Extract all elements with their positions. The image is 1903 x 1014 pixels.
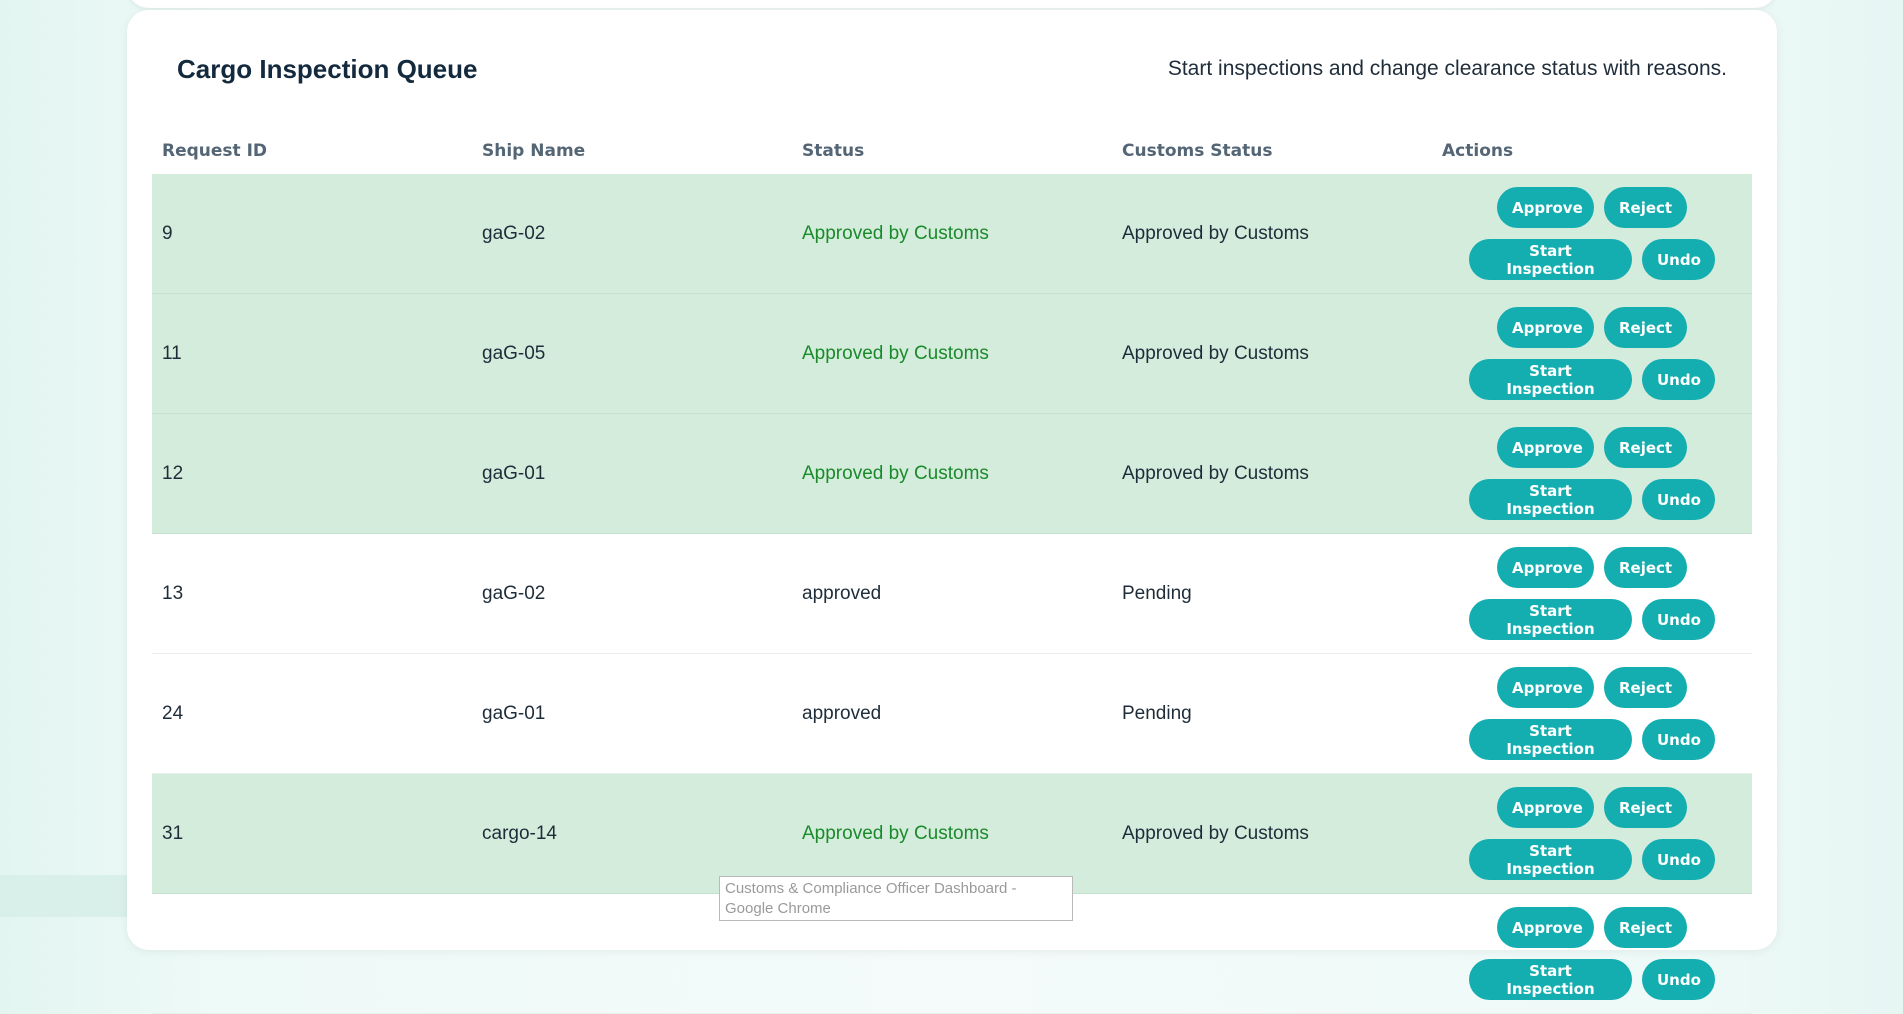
actions-cell: Approve Reject Start Inspection Undo	[1432, 293, 1752, 414]
approve-button[interactable]: Approve	[1497, 547, 1594, 588]
actions-cell: Approve Reject Start Inspection Undo	[1432, 533, 1752, 654]
undo-button[interactable]: Undo	[1642, 359, 1715, 400]
table-header-row: Request ID Ship Name Status Customs Stat…	[152, 128, 1752, 174]
customs-status-cell: Approved by Customs	[1112, 174, 1432, 294]
ship-name-cell: gaG-05	[472, 293, 792, 414]
table-row: 9 gaG-02 Approved by Customs Approved by…	[152, 174, 1752, 294]
reject-button[interactable]: Reject	[1604, 907, 1687, 948]
reject-button[interactable]: Reject	[1604, 547, 1687, 588]
request-id-cell: 24	[152, 653, 472, 774]
column-header-request-id[interactable]: Request ID	[152, 128, 472, 174]
request-id-cell: 11	[152, 293, 472, 414]
request-id-cell	[152, 893, 472, 1014]
actions-cell: Approve Reject Start Inspection Undo	[1432, 653, 1752, 774]
ship-name-cell: gaG-01	[472, 413, 792, 534]
request-id-cell: 9	[152, 174, 472, 294]
start-inspection-button[interactable]: Start Inspection	[1469, 359, 1632, 400]
start-inspection-button[interactable]: Start Inspection	[1469, 479, 1632, 520]
table-row: 13 gaG-02 approved Pending Approve Rejec…	[152, 533, 1752, 654]
table-row: 12 gaG-01 Approved by Customs Approved b…	[152, 413, 1752, 534]
undo-button[interactable]: Undo	[1642, 719, 1715, 760]
status-cell: Approved by Customs	[792, 413, 1112, 534]
customs-status-cell: Pending	[1112, 533, 1432, 654]
customs-status-cell: Pending	[1112, 653, 1432, 774]
start-inspection-button[interactable]: Start Inspection	[1469, 719, 1632, 760]
approve-button[interactable]: Approve	[1497, 187, 1594, 228]
request-id-cell: 13	[152, 533, 472, 654]
page-title: Cargo Inspection Queue	[177, 54, 478, 84]
column-header-ship-name[interactable]: Ship Name	[472, 128, 792, 174]
start-inspection-button[interactable]: Start Inspection	[1469, 239, 1632, 280]
approve-button[interactable]: Approve	[1497, 787, 1594, 828]
reject-button[interactable]: Reject	[1604, 787, 1687, 828]
reject-button[interactable]: Reject	[1604, 427, 1687, 468]
column-header-status[interactable]: Status	[792, 128, 1112, 174]
actions-cell: Approve Reject Start Inspection Undo	[1432, 893, 1752, 1014]
approve-button[interactable]: Approve	[1497, 427, 1594, 468]
undo-button[interactable]: Undo	[1642, 599, 1715, 640]
actions-cell: Approve Reject Start Inspection Undo	[1432, 413, 1752, 534]
table-row: 11 gaG-05 Approved by Customs Approved b…	[152, 293, 1752, 414]
cargo-inspection-card: Cargo Inspection Queue Start inspections…	[127, 10, 1777, 1014]
approve-button[interactable]: Approve	[1497, 907, 1594, 948]
status-cell: Approved by Customs	[792, 174, 1112, 294]
card-header: Cargo Inspection Queue Start inspections…	[152, 10, 1752, 140]
reject-button[interactable]: Reject	[1604, 187, 1687, 228]
table-row: 24 gaG-01 approved Pending Approve Rejec…	[152, 653, 1752, 774]
request-id-cell: 12	[152, 413, 472, 534]
undo-button[interactable]: Undo	[1642, 479, 1715, 520]
window-tooltip: Customs & Compliance Officer Dashboard -…	[719, 876, 1073, 921]
previous-card	[127, 0, 1777, 8]
start-inspection-button[interactable]: Start Inspection	[1469, 959, 1632, 1000]
actions-cell: Approve Reject Start Inspection Undo	[1432, 773, 1752, 894]
status-cell: approved	[792, 533, 1112, 654]
ship-name-cell: gaG-01	[472, 653, 792, 774]
page-subtitle: Start inspections and change clearance s…	[1167, 57, 1727, 80]
ship-name-cell: gaG-02	[472, 174, 792, 294]
background-strip	[0, 875, 140, 917]
approve-button[interactable]: Approve	[1497, 307, 1594, 348]
customs-status-cell: Approved by Customs	[1112, 773, 1432, 894]
approve-button[interactable]: Approve	[1497, 667, 1594, 708]
column-header-customs-status[interactable]: Customs Status	[1112, 128, 1432, 174]
customs-status-cell	[1112, 893, 1432, 1014]
reject-button[interactable]: Reject	[1604, 307, 1687, 348]
undo-button[interactable]: Undo	[1642, 839, 1715, 880]
actions-cell: Approve Reject Start Inspection Undo	[1432, 174, 1752, 294]
ship-name-cell: gaG-02	[472, 533, 792, 654]
column-header-actions: Actions	[1442, 141, 1514, 161]
request-id-cell: 31	[152, 773, 472, 894]
start-inspection-button[interactable]: Start Inspection	[1469, 599, 1632, 640]
start-inspection-button[interactable]: Start Inspection	[1469, 839, 1632, 880]
undo-button[interactable]: Undo	[1642, 239, 1715, 280]
status-cell: Approved by Customs	[792, 293, 1112, 414]
customs-status-cell: Approved by Customs	[1112, 413, 1432, 534]
reject-button[interactable]: Reject	[1604, 667, 1687, 708]
undo-button[interactable]: Undo	[1642, 959, 1715, 1000]
status-cell: approved	[792, 653, 1112, 774]
customs-status-cell: Approved by Customs	[1112, 293, 1432, 414]
